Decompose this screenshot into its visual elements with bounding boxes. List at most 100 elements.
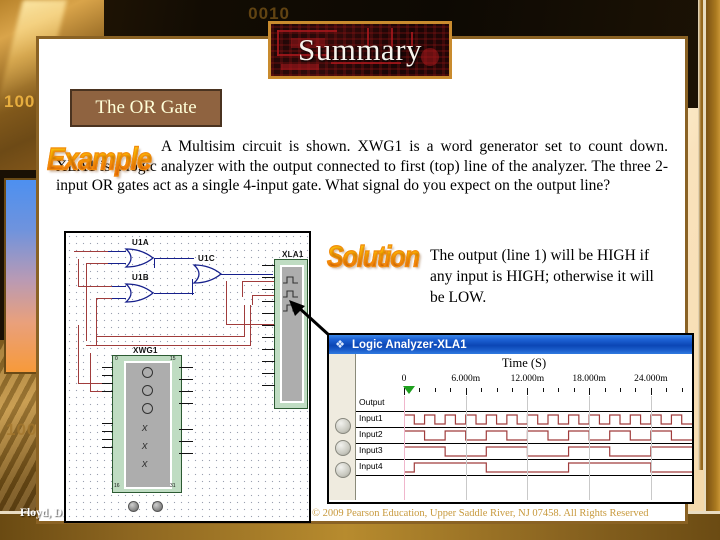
time-tick-mark — [650, 388, 652, 395]
logic-analyzer-window[interactable]: ❖ Logic Analyzer-XLA1 Time (S) Output Inp… — [327, 333, 694, 504]
channel-label: Output — [359, 397, 385, 407]
time-tick-mark — [681, 388, 683, 392]
time-tick-mark — [635, 388, 637, 392]
multisim-circuit-image: U1A U1B U1C XWG1 0 15 16 31 x x x XLA1 — [64, 231, 311, 523]
time-tick-mark — [620, 388, 621, 392]
channel-row: Input1 — [356, 412, 692, 428]
time-tick-mark — [465, 388, 467, 395]
word-generator-panel — [124, 361, 172, 489]
xla-pin — [262, 277, 275, 278]
logic-analyzer-titlebar[interactable]: ❖ Logic Analyzer-XLA1 — [329, 335, 692, 354]
wg-pin-number: 16 — [114, 483, 120, 489]
wg-pin — [102, 375, 113, 376]
logic-analyzer-plot: Time (S) Output Input1 Input2 Input3 Inpu… — [356, 354, 692, 500]
wire — [154, 258, 156, 268]
wg-pin — [102, 423, 113, 424]
channel-waveform — [404, 444, 692, 459]
wg-glyph-x: x — [142, 422, 148, 434]
wire — [78, 259, 80, 287]
wg-pin-number: 0 — [115, 356, 118, 362]
subtitle-box: The OR Gate — [70, 89, 222, 127]
time-axis-label: Time (S) — [501, 356, 547, 370]
time-tick-mark — [558, 388, 560, 392]
wg-glyph-circle — [142, 403, 153, 414]
wg-pin — [179, 403, 193, 404]
wg-pin — [179, 429, 193, 430]
component-label-xla1: XLA1 — [282, 250, 304, 259]
wg-pin — [179, 391, 193, 392]
plot-gridline — [650, 396, 652, 500]
time-tick-label: 0 — [401, 374, 407, 384]
time-cursor-marker[interactable] — [403, 386, 415, 394]
time-tick-label: 6.000m — [451, 374, 481, 384]
time-cursor-line[interactable] — [404, 396, 405, 500]
waveform-icon: ❖ — [335, 339, 345, 351]
wire — [242, 281, 244, 297]
solution-wordart: Solution — [327, 240, 421, 274]
wire — [96, 336, 244, 338]
wg-pin — [102, 383, 113, 384]
time-tick-mark — [666, 388, 668, 392]
wg-pin — [102, 391, 113, 392]
xla-pin — [262, 265, 275, 266]
wire — [86, 263, 88, 341]
or-gate-u1b — [124, 282, 156, 304]
xla-pin — [262, 313, 275, 314]
sidebar-knob[interactable] — [335, 462, 351, 478]
wire — [90, 353, 92, 391]
component-label-xwg1: XWG1 — [133, 346, 158, 355]
or-gate-u1c — [192, 263, 224, 285]
slide-title-banner: Summary — [268, 21, 452, 79]
sidebar-knob[interactable] — [335, 418, 351, 434]
wire — [86, 345, 250, 347]
footer-left-text: Floyd, Di — [20, 507, 66, 519]
channel-row: Input3 — [356, 444, 692, 460]
wg-pin — [179, 441, 193, 442]
channel-waveform — [404, 412, 692, 427]
xla-pin — [262, 349, 275, 350]
time-tick-mark — [527, 388, 529, 395]
xla-pin — [262, 337, 275, 338]
wire — [226, 281, 228, 325]
wg-pin — [179, 367, 193, 368]
time-tick-mark — [419, 388, 421, 392]
wire — [192, 279, 194, 295]
time-tick-mark — [434, 388, 436, 392]
sidebar-knob[interactable] — [335, 440, 351, 456]
xla-pin — [262, 373, 275, 374]
time-tick-mark — [542, 388, 544, 392]
time-tick-mark — [589, 388, 591, 395]
plot-gridline — [589, 396, 591, 500]
channel-label: Input4 — [359, 461, 383, 471]
wg-glyph-circle — [142, 367, 153, 378]
wire — [252, 295, 274, 297]
wg-pin-number: 15 — [170, 356, 176, 362]
example-wordart: Example — [46, 141, 152, 178]
channel-waveform — [404, 396, 692, 411]
channel-label: Input2 — [359, 429, 383, 439]
plot-gridline — [527, 396, 529, 500]
logic-analyzer-sidebar[interactable] — [329, 354, 356, 500]
gate-label-u1b: U1B — [132, 273, 149, 282]
wg-pin — [102, 439, 113, 440]
time-tick-mark — [573, 388, 575, 392]
time-tick-mark — [604, 388, 606, 392]
wg-glyph-circle — [142, 385, 153, 396]
channel-waveform — [404, 428, 692, 443]
logic-analyzer-body: Time (S) Output Input1 Input2 Input3 Inpu… — [329, 354, 692, 500]
wg-knob — [128, 501, 139, 512]
time-tick-label: 24.000m — [634, 374, 668, 384]
wire — [110, 286, 126, 288]
wg-pin — [179, 453, 193, 454]
channel-label: Input1 — [359, 413, 383, 423]
wire — [252, 295, 254, 305]
wire — [86, 263, 108, 265]
solution-text: The output (line 1) will be HIGH if any … — [430, 247, 654, 306]
footer-copyright: © 2009 Pearson Education, Upper Saddle R… — [312, 508, 649, 519]
xla-pin — [262, 385, 275, 386]
logic-analyzer-title: Logic Analyzer-XLA1 — [352, 338, 467, 351]
wire — [154, 293, 194, 295]
wire — [106, 263, 126, 265]
time-tick-label: 18.000m — [572, 374, 606, 384]
time-tick-label: 12.000m — [510, 374, 545, 384]
